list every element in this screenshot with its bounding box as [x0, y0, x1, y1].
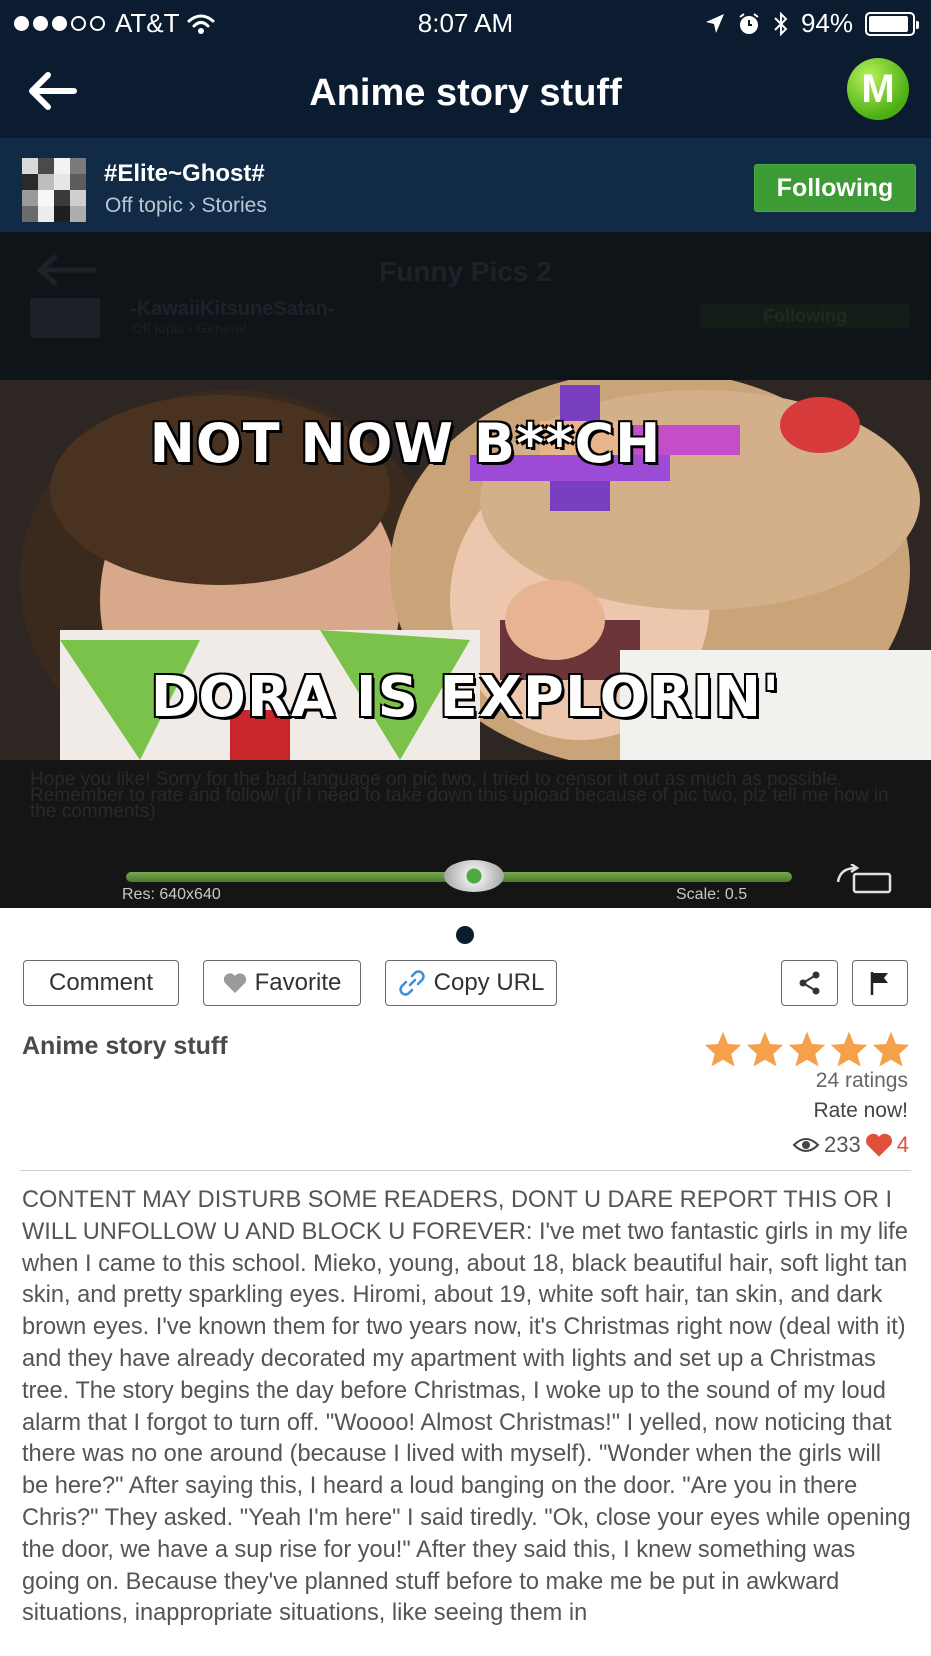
- star-rating[interactable]: [703, 1030, 911, 1068]
- favorite-label: Favorite: [254, 969, 342, 996]
- action-bar: Comment Favorite Copy URL: [0, 960, 931, 1006]
- copy-url-label: Copy URL: [433, 969, 545, 996]
- scale-slider-knob[interactable]: [444, 860, 504, 892]
- background-post-category: Off topic › General: [132, 320, 247, 336]
- background-post-description: Hope you like! Sorry for the bad languag…: [30, 769, 889, 822]
- heart-icon: [223, 973, 246, 993]
- flag-icon: [870, 972, 888, 995]
- following-button[interactable]: Following: [754, 164, 916, 212]
- resolution-label: Res: 640x640: [122, 886, 221, 903]
- ratings-count: 24 ratings: [815, 1069, 908, 1092]
- comment-button[interactable]: Comment: [23, 960, 179, 1006]
- rate-now-link[interactable]: Rate now!: [813, 1099, 908, 1123]
- author-name[interactable]: #Elite~Ghost#: [104, 160, 265, 188]
- favorite-button[interactable]: Favorite: [203, 960, 361, 1006]
- page-title: Anime story stuff: [309, 72, 622, 114]
- scale-label: Scale: 0.5: [676, 886, 748, 903]
- share-button[interactable]: [781, 960, 838, 1006]
- bluetooth-icon: [774, 11, 788, 36]
- m-badge-button[interactable]: M: [847, 58, 909, 120]
- author-bar: #Elite~Ghost# Off topic › Stories Follow…: [0, 138, 931, 232]
- background-avatar: [30, 298, 100, 338]
- like-heart-icon: [865, 1133, 892, 1157]
- eye-icon: [792, 1138, 820, 1152]
- post-body-text: CONTENT MAY DISTURB SOME READERS, DONT U…: [22, 1187, 911, 1627]
- status-right: 94%: [705, 8, 919, 39]
- copy-url-button[interactable]: Copy URL: [385, 960, 557, 1006]
- link-icon: [398, 970, 425, 996]
- likes-count: 4: [896, 1132, 909, 1157]
- background-follow-button: Following: [700, 304, 910, 328]
- report-button[interactable]: [852, 960, 908, 1006]
- breadcrumb[interactable]: Off topic › Stories: [105, 194, 267, 218]
- battery-percent: 94%: [800, 8, 853, 38]
- post-title: Anime story stuff: [22, 1032, 228, 1060]
- background-post-title: Funny Pics 2: [379, 256, 552, 287]
- star-icon[interactable]: [787, 1030, 827, 1068]
- meme-image: NOT NOW B**CH DORA IS EXPLORIN': [0, 380, 931, 760]
- avatar[interactable]: [22, 158, 86, 222]
- star-icon[interactable]: [703, 1030, 743, 1068]
- star-icon[interactable]: [871, 1030, 911, 1068]
- views-count: 233: [824, 1132, 861, 1157]
- status-bar: AT&T 8:07 AM 94%: [0, 0, 931, 46]
- battery-icon: [865, 11, 919, 36]
- background-post-author: -KawaiiKitsuneSatan-: [130, 298, 335, 320]
- page-indicator-dot: [456, 926, 474, 944]
- top-nav-bar: Anime story stuff M: [0, 46, 931, 138]
- divider: [20, 1170, 911, 1171]
- star-icon[interactable]: [829, 1030, 869, 1068]
- share-icon: [799, 971, 819, 995]
- post-stats: 233 4: [792, 1132, 909, 1158]
- background-post-header: Funny Pics 2 -KawaiiKitsuneSatan- Off to…: [0, 232, 931, 380]
- comment-label: Comment: [48, 969, 154, 996]
- image-viewer[interactable]: Funny Pics 2 -KawaiiKitsuneSatan- Off to…: [0, 232, 931, 908]
- rotate-icon[interactable]: [832, 864, 894, 894]
- alarm-icon: [739, 12, 759, 34]
- meme-caption-top: NOT NOW B**CH: [149, 412, 662, 475]
- meme-caption-bottom: DORA IS EXPLORIN': [150, 665, 781, 730]
- star-icon[interactable]: [745, 1030, 785, 1068]
- location-arrow-icon: [705, 13, 724, 33]
